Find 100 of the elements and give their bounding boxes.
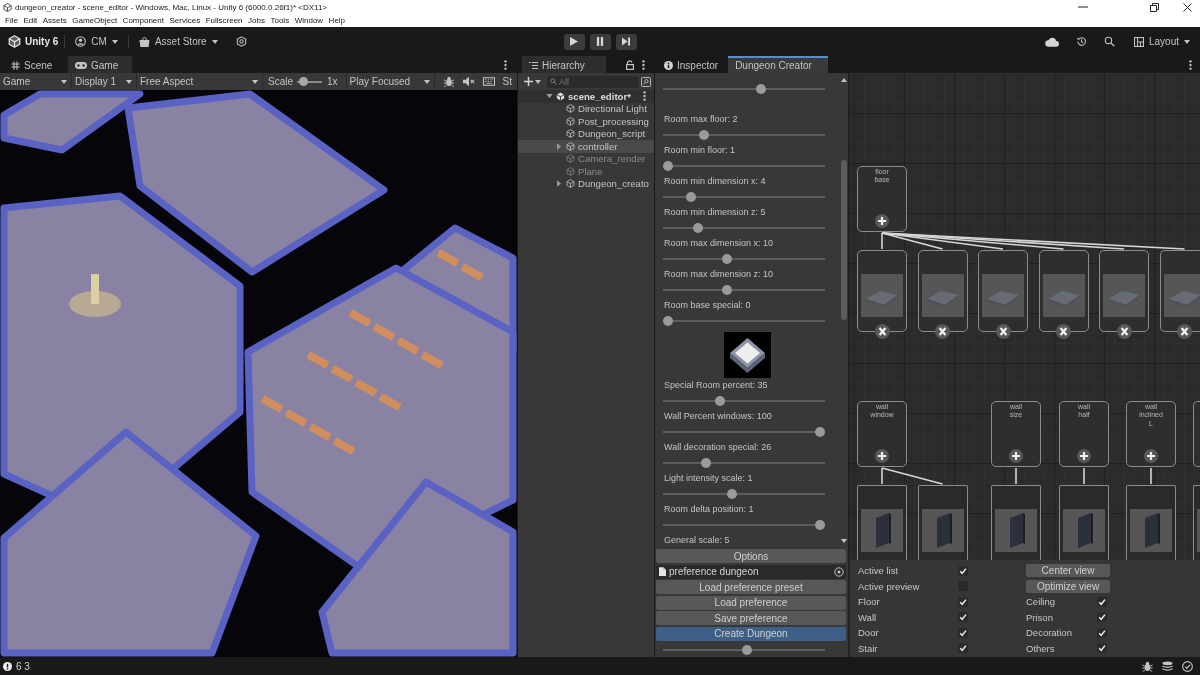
exclamation-icon[interactable] [3, 661, 12, 671]
plus-circle-icon[interactable] [1077, 449, 1091, 463]
graph-node[interactable] [1099, 250, 1149, 332]
check-circle-icon[interactable] [1182, 660, 1193, 672]
bug-icon[interactable] [1142, 660, 1153, 672]
slider-thumb[interactable] [701, 458, 711, 468]
checkbox[interactable] [958, 627, 968, 638]
action-button[interactable]: Load preference [656, 595, 846, 610]
search-field[interactable]: All [547, 75, 639, 88]
history-icon[interactable] [1075, 36, 1087, 47]
panel-tab[interactable]: Dungeon Creator [728, 56, 828, 73]
checkbox[interactable] [1097, 596, 1107, 607]
graph-node[interactable] [978, 250, 1028, 332]
slider-thumb[interactable] [699, 130, 710, 140]
menu-item[interactable]: File [5, 16, 18, 25]
slider-thumb[interactable] [693, 223, 704, 233]
menu-item[interactable]: Component [122, 16, 164, 25]
action-button[interactable]: Create Dungeon [656, 626, 846, 641]
graph-node[interactable] [1193, 485, 1200, 560]
tree-item[interactable]: Dungeon_creato [518, 177, 654, 190]
plus-circle-icon[interactable] [875, 214, 889, 228]
preset-field[interactable]: preference dungeon [656, 564, 846, 579]
pause-button[interactable] [589, 33, 611, 50]
kebab-menu-icon[interactable] [1189, 59, 1192, 70]
graph-node[interactable] [1159, 250, 1200, 332]
panel-tab[interactable]: Scene [4, 56, 68, 73]
slider-thumb[interactable] [298, 77, 308, 86]
console-counts[interactable]: 6 3 [16, 660, 30, 672]
step-button[interactable] [615, 33, 637, 50]
checkbox[interactable] [1097, 612, 1107, 623]
slider-thumb[interactable] [722, 254, 733, 264]
checkbox[interactable] [958, 596, 968, 607]
graph-node[interactable] [1059, 485, 1109, 560]
expand-arrow-icon[interactable] [557, 180, 561, 188]
menu-item[interactable]: Window [294, 16, 324, 25]
menu-item[interactable]: Jobs [248, 16, 265, 25]
tree-item[interactable]: Dungeon_script [518, 127, 654, 140]
plus-circle-icon[interactable] [1009, 449, 1023, 463]
options-button[interactable]: Options [656, 549, 846, 563]
action-button[interactable]: Save preference [656, 611, 846, 625]
kebab-menu-icon[interactable] [643, 91, 646, 102]
slider-thumb[interactable] [815, 520, 825, 530]
view-button[interactable]: Center view [1026, 564, 1110, 578]
target-icon[interactable] [834, 566, 844, 577]
checkbox[interactable] [958, 565, 968, 576]
tree-item[interactable]: controller [518, 140, 654, 153]
checkbox[interactable] [1097, 643, 1107, 654]
menu-item[interactable]: Tools [270, 16, 290, 25]
close-icon[interactable] [1183, 2, 1192, 12]
panel-tab[interactable]: Game [68, 56, 132, 73]
play-button[interactable] [563, 33, 585, 50]
panel-tab[interactable]: Inspector [659, 56, 729, 73]
toolbar-item-label[interactable]: St [502, 76, 513, 87]
x-circle-icon[interactable] [995, 324, 1011, 339]
settings-icon[interactable] [235, 36, 247, 47]
padlock-icon[interactable] [626, 59, 634, 70]
cloud-icon[interactable] [1044, 36, 1059, 47]
plus-circle-icon[interactable] [1144, 449, 1158, 463]
graph-node[interactable] [1193, 401, 1200, 467]
layout-button[interactable]: Layout [1131, 32, 1192, 51]
slider-thumb[interactable] [742, 644, 753, 655]
plus-circle-icon[interactable] [875, 449, 889, 463]
menu-item[interactable]: Help [328, 16, 346, 25]
graph-node[interactable] [917, 485, 968, 560]
menu-item[interactable]: Assets [42, 16, 67, 25]
x-circle-icon[interactable] [935, 324, 950, 339]
graph-node[interactable] [917, 250, 968, 332]
bug-icon[interactable] [442, 76, 455, 87]
panel-tab[interactable]: Hierarchy [522, 56, 606, 73]
x-circle-icon[interactable] [1116, 324, 1132, 339]
graph-node[interactable] [1038, 250, 1089, 332]
x-circle-icon[interactable] [1177, 324, 1192, 339]
kebab-menu-icon[interactable] [504, 59, 507, 70]
view-button[interactable]: Optimize view [1026, 579, 1110, 593]
checkbox[interactable] [1097, 627, 1107, 638]
menu-item[interactable]: GameObject [72, 16, 118, 25]
down-arrow-icon[interactable] [841, 539, 847, 543]
add-button[interactable] [522, 74, 543, 89]
menu-item[interactable]: Services [169, 16, 201, 25]
tree-item[interactable]: Post_processing [518, 115, 654, 128]
slider-thumb[interactable] [722, 285, 733, 295]
expand-arrow-icon[interactable] [557, 142, 561, 150]
menu-item[interactable]: Edit [23, 16, 38, 25]
restore-icon[interactable] [1150, 2, 1159, 12]
layers-icon[interactable] [1162, 660, 1173, 672]
scrollbar-thumb[interactable] [841, 160, 847, 320]
graph-node[interactable] [1126, 485, 1176, 560]
tree-item[interactable]: Directional Light [518, 102, 654, 115]
menu-item[interactable]: Fullscreen [205, 16, 243, 25]
slider-thumb[interactable] [663, 161, 673, 171]
graph-node[interactable] [991, 485, 1041, 560]
x-circle-icon[interactable] [874, 324, 890, 339]
slider-thumb[interactable] [726, 489, 737, 499]
tree-item[interactable]: scene_editor* [518, 90, 654, 103]
kebab-menu-icon[interactable] [642, 59, 645, 70]
up-arrow-icon[interactable] [841, 78, 847, 82]
account-button[interactable]: CM [71, 32, 122, 51]
checkbox[interactable] [958, 643, 968, 654]
asset-store-button[interactable]: Asset Store [134, 32, 222, 51]
graph-node[interactable] [857, 485, 907, 560]
